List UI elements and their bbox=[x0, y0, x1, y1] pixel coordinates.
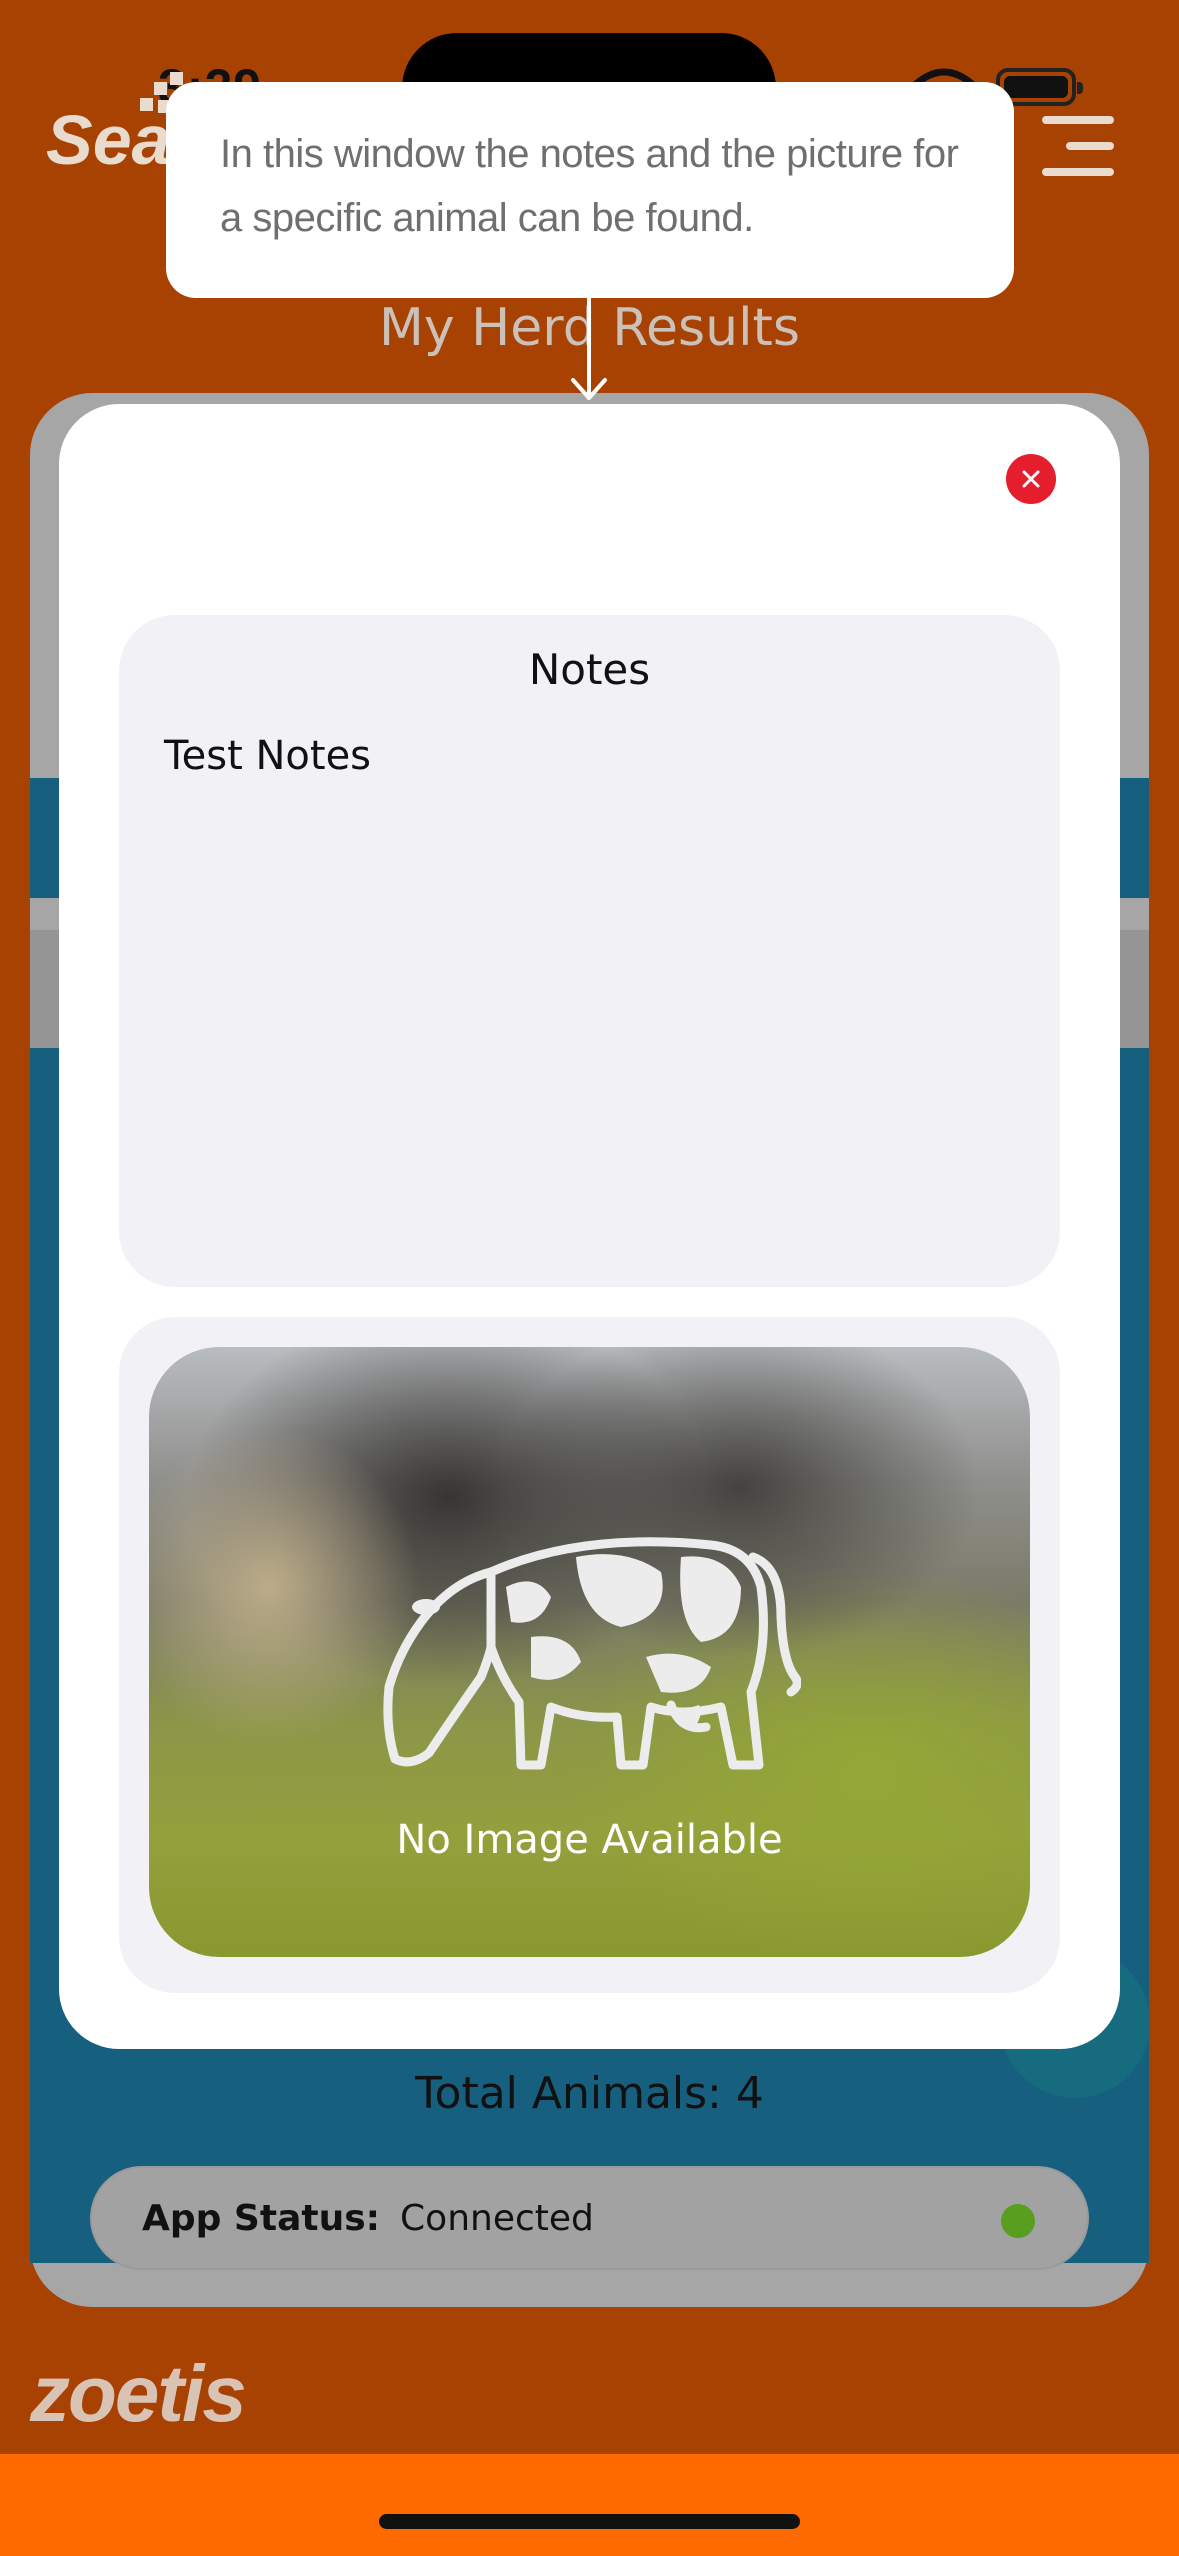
status-indicator-dot bbox=[1001, 2204, 1035, 2238]
animal-image-card: No Image Available bbox=[119, 1317, 1060, 1993]
zoetis-logo: zoetis bbox=[30, 2349, 247, 2438]
notes-title: Notes bbox=[528, 645, 651, 694]
close-button[interactable] bbox=[1006, 454, 1056, 504]
bottom-bar bbox=[0, 2454, 1179, 2556]
notes-text: Test Notes bbox=[164, 733, 372, 779]
app-status-bar: App Status: Connected bbox=[90, 2166, 1089, 2270]
onboarding-tooltip: In this window the notes and the picture… bbox=[166, 82, 1014, 298]
home-indicator[interactable] bbox=[379, 2514, 800, 2529]
total-animals: Total Animals: 4 bbox=[415, 2068, 764, 2119]
menu-icon[interactable] bbox=[1034, 116, 1114, 176]
animal-detail-modal: Notes Test Notes No Image Available bbox=[59, 404, 1120, 2049]
app-status-label: App Status: bbox=[142, 2197, 381, 2239]
cow-icon bbox=[383, 1537, 801, 1770]
app-status-value: Connected bbox=[400, 2197, 594, 2239]
close-icon bbox=[1022, 470, 1040, 488]
arrow-down-icon bbox=[571, 298, 607, 400]
notes-card: Notes Test Notes bbox=[119, 615, 1060, 1287]
no-image-label: No Image Available bbox=[396, 1817, 783, 1863]
animal-image-placeholder[interactable]: No Image Available bbox=[149, 1347, 1030, 1957]
